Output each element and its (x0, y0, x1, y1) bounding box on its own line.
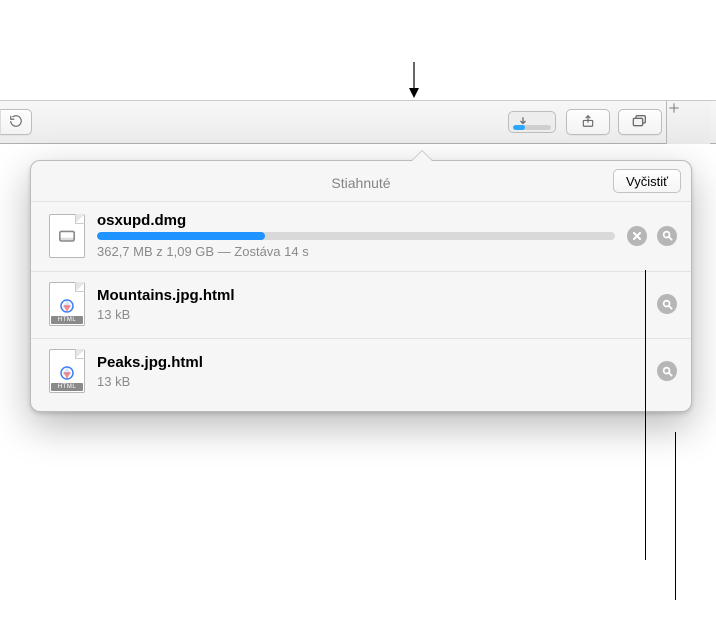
file-icon-dmg (49, 214, 85, 258)
download-filename: osxupd.dmg (97, 212, 615, 229)
file-icon-html: HTML (49, 349, 85, 393)
share-button[interactable] (566, 109, 610, 135)
downloads-popover: Stiahnuté Vyčistiť osxupd.dmg 362,7 MB z… (30, 160, 692, 412)
reload-icon (9, 114, 23, 131)
magnifier-icon (662, 299, 673, 310)
callout-line-cancel (645, 270, 646, 560)
cancel-download-button[interactable] (627, 226, 647, 246)
download-row: osxupd.dmg 362,7 MB z 1,09 GB — Zostáva … (31, 201, 691, 271)
callout-arrow-down (406, 62, 422, 98)
download-filename: Peaks.jpg.html (97, 354, 645, 371)
download-progress-bar (97, 232, 615, 240)
clear-button-label: Vyčistiť (626, 174, 668, 189)
magnifier-icon (662, 366, 673, 377)
file-icon-html: HTML (49, 282, 85, 326)
download-meta: 13 kB (97, 374, 645, 389)
magnifier-icon (662, 230, 673, 241)
callout-line-reveal (675, 432, 676, 600)
x-icon (632, 231, 642, 241)
downloads-toolbar-button[interactable] (508, 111, 556, 133)
new-tab-button[interactable] (666, 101, 710, 144)
download-filename: Mountains.jpg.html (97, 287, 645, 304)
popover-header: Stiahnuté Vyčistiť (31, 161, 691, 201)
browser-toolbar (0, 100, 716, 144)
download-row: HTML Mountains.jpg.html 13 kB (31, 271, 691, 338)
share-icon (581, 114, 595, 131)
reload-button[interactable] (0, 109, 32, 135)
file-icon-badge: HTML (51, 383, 83, 391)
toolbar-download-progress (513, 125, 551, 130)
plus-icon (667, 103, 681, 118)
download-meta: 13 kB (97, 307, 645, 322)
download-row: HTML Peaks.jpg.html 13 kB (31, 338, 691, 411)
tabs-button[interactable] (618, 109, 662, 135)
tabs-icon (632, 114, 648, 131)
popover-title: Stiahnuté (331, 175, 390, 191)
reveal-in-finder-button[interactable] (657, 226, 677, 246)
reveal-in-finder-button[interactable] (657, 294, 677, 314)
download-meta: 362,7 MB z 1,09 GB — Zostáva 14 s (97, 244, 615, 259)
reveal-in-finder-button[interactable] (657, 361, 677, 381)
clear-downloads-button[interactable]: Vyčistiť (613, 169, 681, 193)
file-icon-badge: HTML (51, 316, 83, 324)
